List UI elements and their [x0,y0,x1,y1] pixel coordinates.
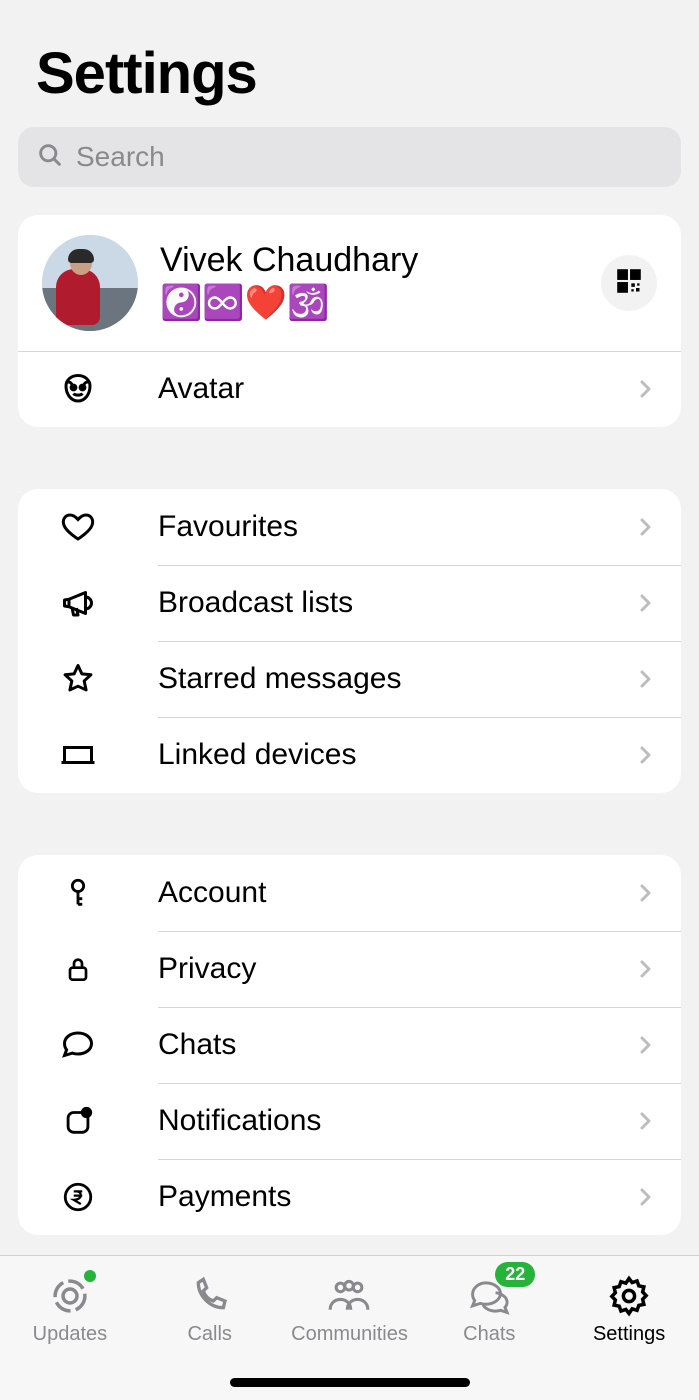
chevron-right-icon [633,957,657,981]
page-title: Settings [36,40,681,107]
privacy-row[interactable]: Privacy [18,931,681,1007]
avatar-label: Avatar [158,372,633,406]
profile-status: ☯️♾️❤️🕉️ [160,283,601,324]
updates-status-icon [49,1275,91,1317]
chevron-right-icon [633,377,657,401]
tab-bar: Updates Calls Communities 22 [0,1255,699,1400]
search-input[interactable] [76,141,663,173]
gear-icon [608,1275,650,1317]
notifications-row[interactable]: Notifications [18,1083,681,1159]
account-row[interactable]: Account [18,855,681,931]
broadcast-lists-row[interactable]: Broadcast lists [18,565,681,641]
account-label: Account [158,876,633,910]
profile-name: Vivek Chaudhary [160,242,601,279]
chevron-right-icon [633,1109,657,1133]
phone-icon [190,1275,230,1317]
notification-icon [58,1101,98,1141]
chevron-right-icon [633,667,657,691]
tab-calls-label: Calls [187,1323,231,1346]
tab-communities-label: Communities [291,1323,408,1346]
tab-chats[interactable]: 22 Chats [419,1256,559,1364]
favourites-label: Favourites [158,510,633,544]
lock-icon [58,949,98,989]
laptop-icon [58,735,98,775]
qr-code-button[interactable] [601,255,657,311]
tab-updates-label: Updates [33,1323,108,1346]
avatar-row[interactable]: Avatar [18,351,681,427]
rupee-icon [58,1177,98,1217]
privacy-label: Privacy [158,952,633,986]
broadcast-lists-label: Broadcast lists [158,586,633,620]
tab-settings[interactable]: Settings [559,1256,699,1364]
qr-code-icon [615,267,643,300]
chevron-right-icon [633,515,657,539]
chevron-right-icon [633,591,657,615]
linked-devices-label: Linked devices [158,738,633,772]
key-icon [58,873,98,913]
search-bar[interactable] [18,127,681,187]
chevron-right-icon [633,1185,657,1209]
chats-label: Chats [158,1028,633,1062]
chevron-right-icon [633,1033,657,1057]
payments-row[interactable]: Payments [18,1159,681,1235]
home-indicator[interactable] [230,1378,470,1387]
updates-dot-icon [84,1270,96,1282]
profile-photo[interactable] [42,235,138,331]
notifications-label: Notifications [158,1104,633,1138]
search-icon [36,141,64,174]
tab-updates[interactable]: Updates [0,1256,140,1364]
chats-badge: 22 [495,1262,535,1287]
star-icon [58,659,98,699]
tab-settings-label: Settings [593,1323,665,1346]
heart-icon [58,507,98,547]
favourites-row[interactable]: Favourites [18,489,681,565]
tab-communities[interactable]: Communities [280,1256,420,1364]
profile-row[interactable]: Vivek Chaudhary ☯️♾️❤️🕉️ [18,215,681,351]
speech-bubble-icon [58,1025,98,1065]
starred-messages-label: Starred messages [158,662,633,696]
linked-devices-row[interactable]: Linked devices [18,717,681,793]
megaphone-icon [58,583,98,623]
chats-row[interactable]: Chats [18,1007,681,1083]
avatar-face-icon [58,369,98,409]
payments-label: Payments [158,1180,633,1214]
communities-icon [325,1275,373,1317]
starred-messages-row[interactable]: Starred messages [18,641,681,717]
tab-calls[interactable]: Calls [140,1256,280,1364]
chevron-right-icon [633,743,657,767]
chevron-right-icon [633,881,657,905]
tab-chats-label: Chats [463,1323,515,1346]
